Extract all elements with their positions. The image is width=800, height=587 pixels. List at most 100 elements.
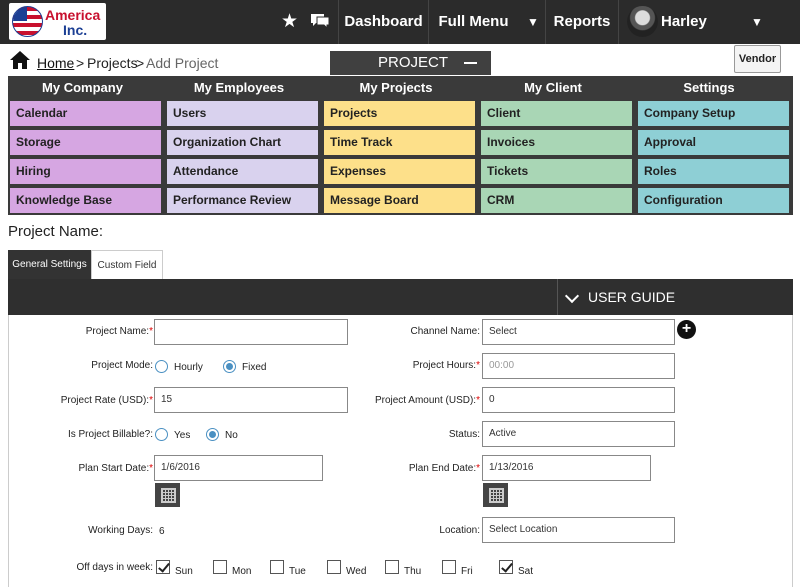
project-tab-label: PROJECT bbox=[378, 54, 449, 71]
chat-icon[interactable] bbox=[309, 11, 331, 37]
project-menu-toggle[interactable]: PROJECT bbox=[330, 51, 491, 75]
vendor-button[interactable]: Vendor bbox=[734, 45, 781, 73]
project-name-input[interactable] bbox=[154, 319, 348, 345]
menu-header-my-client: My Client bbox=[524, 80, 582, 95]
chevron-down-icon bbox=[564, 288, 580, 304]
status-select[interactable]: Active bbox=[482, 421, 675, 447]
start-date-calendar-icon[interactable] bbox=[155, 483, 180, 507]
menu-header-my-projects: My Projects bbox=[359, 80, 433, 95]
off-day-mon-checkbox[interactable] bbox=[213, 560, 227, 574]
flag-globe-icon bbox=[12, 6, 43, 37]
general-settings-form bbox=[8, 315, 793, 587]
menu-item-performance-review[interactable]: Performance Review bbox=[167, 188, 318, 213]
off-day-sat-checkbox[interactable] bbox=[499, 560, 513, 574]
billable-label: Is Project Billable?: bbox=[67, 429, 153, 440]
project-amount-input[interactable]: 0 bbox=[482, 387, 675, 413]
menu-item-tickets[interactable]: Tickets bbox=[481, 159, 632, 184]
menu-header-settings: Settings bbox=[683, 80, 735, 95]
billable-no-radio[interactable] bbox=[206, 428, 219, 441]
brand-line2: Inc. bbox=[63, 22, 88, 38]
menu-header-my-employees: My Employees bbox=[193, 80, 285, 95]
billable-yes-radio[interactable] bbox=[155, 428, 168, 441]
plan-end-date-label: Plan End Date:* bbox=[408, 463, 480, 474]
project-mode-label: Project Mode: bbox=[91, 360, 153, 371]
off-day-thu-checkbox[interactable] bbox=[385, 560, 399, 574]
menu-item-storage[interactable]: Storage bbox=[10, 130, 161, 155]
channel-name-label: Channel Name: bbox=[410, 326, 480, 337]
off-day-thu-label: Thu bbox=[404, 566, 422, 577]
plan-start-date-input[interactable]: 1/6/2016 bbox=[154, 455, 323, 481]
menu-item-message-board[interactable]: Message Board bbox=[324, 188, 475, 213]
breadcrumb-sep-1: > bbox=[76, 55, 85, 71]
channel-name-select[interactable]: Select bbox=[482, 319, 675, 345]
tab-custom-field[interactable]: Custom Field bbox=[91, 250, 163, 279]
off-day-fri-checkbox[interactable] bbox=[442, 560, 456, 574]
home-icon[interactable] bbox=[9, 50, 31, 70]
user-guide-toggle[interactable]: USER GUIDE bbox=[557, 279, 793, 315]
breadcrumb-home[interactable]: Home bbox=[37, 55, 74, 71]
breadcrumb-current: Add Project bbox=[146, 55, 219, 71]
minus-icon bbox=[464, 62, 477, 64]
project-mode-hourly-radio[interactable] bbox=[155, 360, 168, 373]
off-days-label: Off days in week: bbox=[76, 562, 153, 573]
project-hours-input[interactable]: 00:00 bbox=[482, 353, 675, 379]
nav-dashboard[interactable]: Dashboard bbox=[338, 0, 428, 44]
menu-item-organization-chart[interactable]: Organization Chart bbox=[167, 130, 318, 155]
location-label: Location: bbox=[439, 525, 480, 536]
menu-item-expenses[interactable]: Expenses bbox=[324, 159, 475, 184]
off-day-sat-label: Sat bbox=[518, 566, 534, 577]
off-day-sun-checkbox[interactable] bbox=[156, 560, 170, 574]
menu-item-invoices[interactable]: Invoices bbox=[481, 130, 632, 155]
star-icon[interactable]: ★ bbox=[281, 11, 298, 33]
menu-item-users[interactable]: Users bbox=[167, 101, 318, 126]
full-menu-caret-icon[interactable]: ▼ bbox=[527, 0, 539, 44]
project-amount-label: Project Amount (USD):* bbox=[374, 395, 480, 406]
menu-item-time-track[interactable]: Time Track bbox=[324, 130, 475, 155]
working-days-value: 6 bbox=[159, 526, 165, 537]
menu-item-calendar[interactable]: Calendar bbox=[10, 101, 161, 126]
billable-yes-label: Yes bbox=[174, 430, 191, 441]
project-mode-fixed-radio[interactable] bbox=[223, 360, 236, 373]
menu-item-approval[interactable]: Approval bbox=[638, 130, 789, 155]
menu-item-roles[interactable]: Roles bbox=[638, 159, 789, 184]
project-hours-label: Project Hours:* bbox=[412, 360, 480, 371]
menu-item-projects[interactable]: Projects bbox=[324, 101, 475, 126]
user-avatar[interactable] bbox=[627, 6, 658, 37]
menu-item-attendance[interactable]: Attendance bbox=[167, 159, 318, 184]
plan-start-date-label: Plan Start Date:* bbox=[78, 463, 154, 474]
menu-item-company-setup[interactable]: Company Setup bbox=[638, 101, 789, 126]
menu-item-client[interactable]: Client bbox=[481, 101, 632, 126]
off-day-tue-label: Tue bbox=[289, 566, 306, 577]
working-days-label: Working Days: bbox=[88, 525, 153, 536]
company-logo[interactable]: America Inc. bbox=[9, 3, 106, 40]
nav-reports[interactable]: Reports bbox=[545, 0, 618, 44]
user-menu-caret-icon[interactable]: ▼ bbox=[751, 0, 763, 44]
menu-item-hiring[interactable]: Hiring bbox=[10, 159, 161, 184]
add-channel-button[interactable]: + bbox=[677, 320, 696, 339]
project-name-label: Project Name:* bbox=[85, 326, 153, 337]
project-mode-hourly-label: Hourly bbox=[174, 362, 203, 373]
brand-line1: America bbox=[45, 7, 101, 23]
menu-item-knowledge-base[interactable]: Knowledge Base bbox=[10, 188, 161, 213]
off-day-wed-label: Wed bbox=[346, 566, 367, 577]
menu-item-configuration[interactable]: Configuration bbox=[638, 188, 789, 213]
breadcrumb-sep-2: > bbox=[136, 55, 145, 71]
user-guide-label: USER GUIDE bbox=[588, 289, 676, 305]
billable-no-label: No bbox=[225, 430, 238, 441]
user-name[interactable]: Harley Smith bbox=[661, 0, 747, 74]
menu-item-crm[interactable]: CRM bbox=[481, 188, 632, 213]
nav-full-menu[interactable]: Full Menu bbox=[428, 0, 530, 44]
off-day-fri-label: Fri bbox=[461, 566, 473, 577]
breadcrumb-projects[interactable]: Projects bbox=[87, 55, 138, 71]
off-day-wed-checkbox[interactable] bbox=[327, 560, 341, 574]
menu-header-my-company: My Company bbox=[42, 80, 123, 95]
end-date-calendar-icon[interactable] bbox=[483, 483, 508, 507]
project-rate-input[interactable]: 15 bbox=[154, 387, 348, 413]
project-rate-label: Project Rate (USD):* bbox=[60, 395, 153, 406]
plan-end-date-input[interactable]: 1/13/2016 bbox=[482, 455, 651, 481]
location-select[interactable]: Select Location bbox=[482, 517, 675, 543]
off-day-sun-label: Sun bbox=[175, 566, 193, 577]
off-day-mon-label: Mon bbox=[232, 566, 252, 577]
tab-general-settings[interactable]: General Settings bbox=[8, 250, 91, 279]
off-day-tue-checkbox[interactable] bbox=[270, 560, 284, 574]
